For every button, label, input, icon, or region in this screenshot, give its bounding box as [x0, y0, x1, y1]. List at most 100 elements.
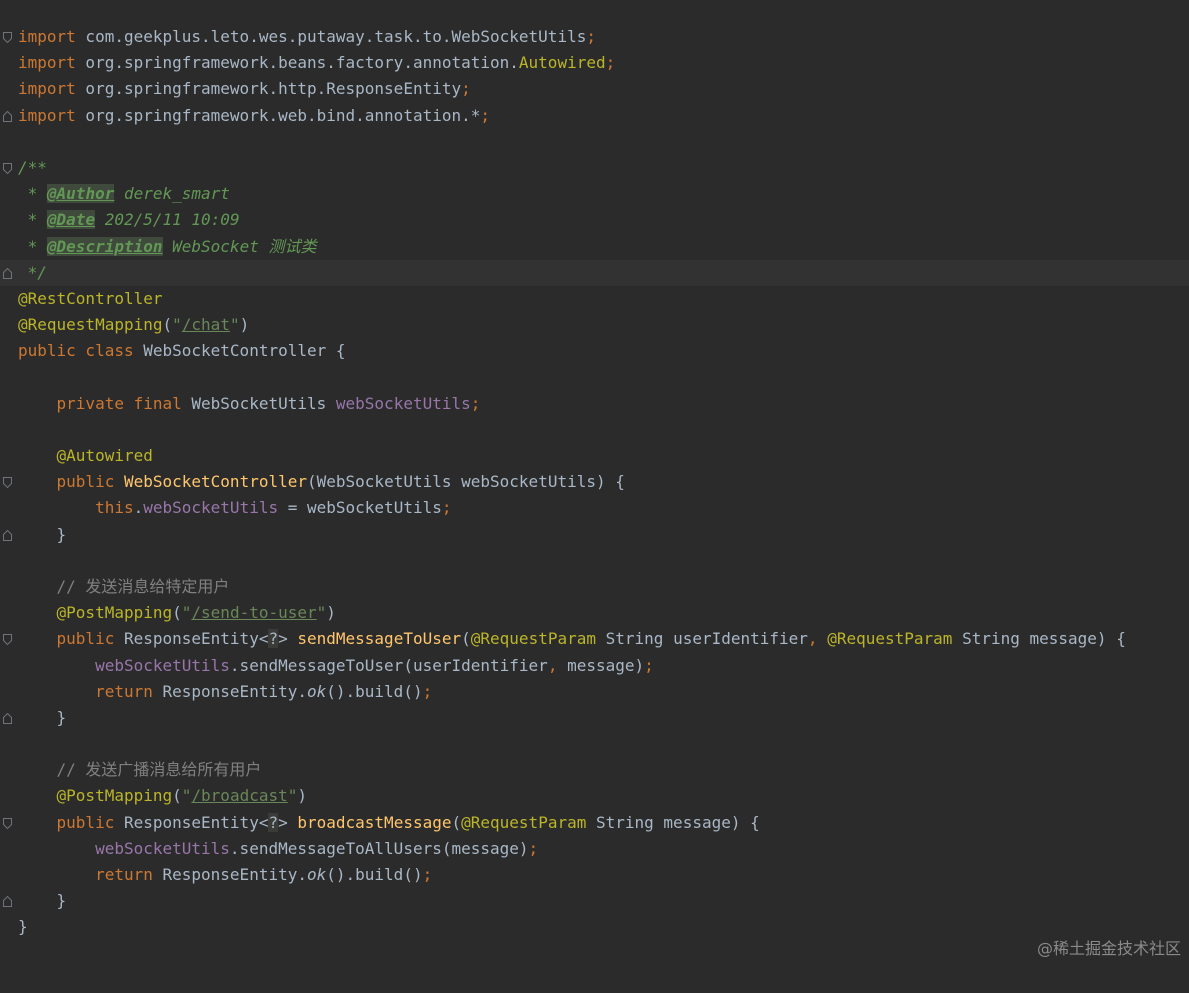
- code-line[interactable]: private final WebSocketUtils webSocketUt…: [0, 391, 1189, 417]
- code-line[interactable]: * @Description WebSocket 测试类: [0, 234, 1189, 260]
- string-quote: ": [229, 315, 240, 335]
- fold-marker-end-icon[interactable]: [3, 712, 12, 724]
- code-line[interactable]: // 发送广播消息给所有用户: [0, 757, 1189, 783]
- code-line-current[interactable]: */: [0, 259, 1189, 286]
- code-line[interactable]: @RestController: [0, 286, 1189, 312]
- string-quote: ": [316, 603, 327, 623]
- return-type-end: >: [278, 629, 298, 649]
- fold-marker-icon[interactable]: [3, 477, 12, 489]
- code-line[interactable]: * @Date 202/5/11 10:09: [0, 207, 1189, 233]
- code-line[interactable]: public ResponseEntity<?> sendMessageToUs…: [0, 626, 1189, 652]
- fold-marker-icon[interactable]: [3, 817, 12, 829]
- string-quote: ": [181, 786, 192, 806]
- expression: ResponseEntity.: [152, 681, 307, 701]
- url-string[interactable]: /send-to-user: [191, 603, 316, 622]
- code-line-blank[interactable]: [0, 129, 1189, 155]
- code-line[interactable]: import org.springframework.beans.factory…: [0, 50, 1189, 76]
- url-string[interactable]: /chat: [182, 315, 230, 334]
- code-editor[interactable]: import com.geekplus.leto.wes.putaway.tas…: [0, 24, 1189, 941]
- method-call: .sendMessageToAllUsers(message): [229, 838, 529, 858]
- field-name: webSocketUtils: [335, 393, 471, 413]
- code-line-blank[interactable]: [0, 364, 1189, 390]
- code-line[interactable]: }: [0, 914, 1189, 940]
- code-line[interactable]: import org.springframework.http.Response…: [0, 76, 1189, 102]
- return-type: ResponseEntity<: [114, 629, 269, 649]
- code-line[interactable]: @PostMapping("/broadcast"): [0, 783, 1189, 809]
- doc-tag-author: @Author: [46, 184, 115, 204]
- code-line[interactable]: return ResponseEntity.ok().build();: [0, 679, 1189, 705]
- code-line[interactable]: public class WebSocketController {: [0, 338, 1189, 364]
- parameter-list: (WebSocketUtils webSocketUtils) {: [307, 472, 625, 492]
- code-line[interactable]: /**: [0, 155, 1189, 181]
- annotation-request-param: @RequestParam: [461, 812, 587, 832]
- annotation-rest-controller: @RestController: [18, 288, 163, 308]
- doc-comment-open: /**: [18, 157, 47, 177]
- code-line[interactable]: public WebSocketController(WebSocketUtil…: [0, 469, 1189, 495]
- code-line-blank[interactable]: [0, 731, 1189, 757]
- fold-marker-end-icon[interactable]: [3, 110, 12, 122]
- fold-marker-end-icon[interactable]: [3, 267, 12, 279]
- closing-brace: }: [18, 891, 67, 911]
- code-line[interactable]: }: [0, 705, 1189, 731]
- code-line-blank[interactable]: [0, 548, 1189, 574]
- code-line[interactable]: @PostMapping("/send-to-user"): [0, 600, 1189, 626]
- semicolon: ;: [422, 681, 433, 701]
- closing-brace: }: [18, 917, 28, 937]
- fold-marker-icon[interactable]: [3, 32, 12, 43]
- keyword: import: [18, 27, 76, 46]
- annotation-request-mapping: @RequestMapping: [18, 315, 163, 335]
- semicolon: ;: [586, 27, 596, 46]
- paren: (: [172, 786, 182, 806]
- paren: ): [326, 603, 336, 623]
- code-line[interactable]: @Autowired: [0, 443, 1189, 469]
- code-line[interactable]: return ResponseEntity.ok().build();: [0, 862, 1189, 888]
- expression: ResponseEntity.: [152, 865, 307, 884]
- fold-marker-icon[interactable]: [3, 162, 12, 174]
- closing-brace: }: [18, 524, 67, 544]
- keyword: public: [56, 812, 115, 832]
- string-quote: ": [181, 603, 192, 623]
- code-line[interactable]: import org.springframework.web.bind.anno…: [0, 103, 1189, 129]
- annotation-post-mapping: @PostMapping: [56, 786, 173, 806]
- code-line[interactable]: public ResponseEntity<?> broadcastMessag…: [0, 810, 1189, 836]
- import-path: org.springframework.web.bind.annotation.…: [75, 105, 481, 125]
- paren: ): [239, 315, 250, 335]
- paren: ): [297, 786, 308, 806]
- code-line[interactable]: // 发送消息给特定用户: [0, 574, 1189, 600]
- semicolon: ;: [605, 53, 616, 73]
- code-line[interactable]: * @Author derek_smart: [0, 181, 1189, 207]
- semicolon: ;: [470, 393, 481, 413]
- fold-marker-end-icon[interactable]: [3, 529, 12, 541]
- code-line[interactable]: import com.geekplus.leto.wes.putaway.tas…: [0, 24, 1189, 50]
- code-line[interactable]: webSocketUtils.sendMessageToUser(userIde…: [0, 653, 1189, 679]
- doc-comment-close: */: [18, 262, 47, 282]
- code-line[interactable]: }: [0, 888, 1189, 914]
- code-line[interactable]: }: [0, 522, 1189, 548]
- fold-marker-icon[interactable]: [3, 634, 12, 646]
- code-line[interactable]: @RequestMapping("/chat"): [0, 312, 1189, 338]
- paren: (: [461, 629, 471, 649]
- url-string[interactable]: /broadcast: [191, 786, 287, 805]
- import-path: org.springframework.http.ResponseEntity: [75, 79, 462, 99]
- semicolon: ;: [461, 79, 471, 99]
- fold-marker-end-icon[interactable]: [3, 896, 12, 908]
- paren: (: [172, 603, 182, 623]
- field-name: webSocketUtils: [95, 655, 230, 675]
- semicolon: ;: [422, 865, 433, 884]
- code-line-blank[interactable]: [0, 417, 1189, 443]
- doc-prefix: *: [18, 184, 47, 204]
- annotation-request-param: @RequestParam: [470, 629, 596, 649]
- code-line[interactable]: webSocketUtils.sendMessageToAllUsers(mes…: [0, 836, 1189, 862]
- parameter: String message) {: [952, 629, 1126, 649]
- code-line[interactable]: this.webSocketUtils = webSocketUtils;: [0, 495, 1189, 521]
- import-path: org.springframework.beans.factory.annota…: [75, 53, 519, 73]
- annotation-autowired: @Autowired: [56, 446, 153, 465]
- line-comment: // 发送消息给特定用户: [18, 576, 230, 596]
- return-type-end: >: [278, 812, 298, 832]
